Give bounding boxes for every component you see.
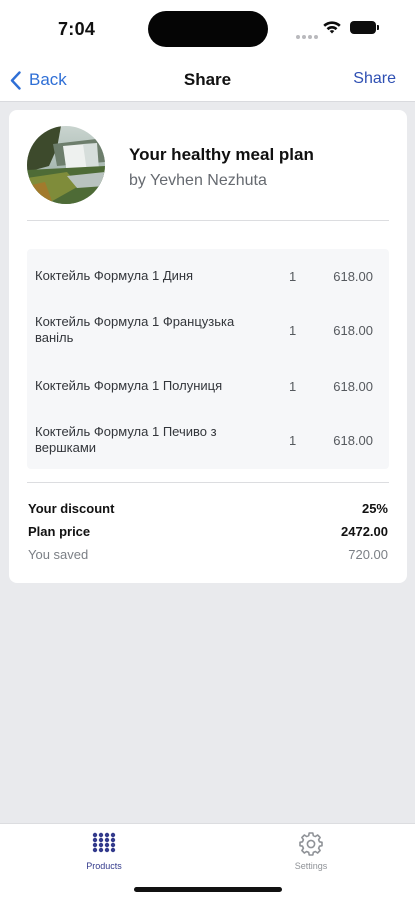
saved-label: You saved bbox=[28, 547, 89, 562]
item-name: Коктейль Формула 1 Полуниця bbox=[35, 378, 223, 393]
plan-author: by Yevhen Nezhuta bbox=[129, 172, 267, 189]
tab-settings-label: Settings bbox=[294, 861, 328, 871]
item-price: 618.00 bbox=[333, 432, 373, 448]
divider bbox=[27, 220, 389, 221]
list-item: Коктейль Формула 1 Диня 1 618.00 bbox=[27, 249, 389, 303]
home-indicator bbox=[134, 887, 282, 892]
discount-value: 25% bbox=[361, 501, 388, 516]
status-time: 7:04 bbox=[58, 19, 96, 39]
saved-row: You saved 720.00 bbox=[28, 547, 388, 565]
saved-value: 720.00 bbox=[348, 547, 388, 562]
divider bbox=[27, 482, 389, 483]
navigation-bar: Back Share Share bbox=[0, 58, 415, 102]
share-button[interactable]: Share bbox=[353, 70, 396, 88]
grid-icon bbox=[92, 832, 116, 853]
plan-price-label: Plan price bbox=[28, 524, 91, 539]
item-quantity: 1 bbox=[289, 322, 297, 338]
plan-price-row: Plan price 2472.00 bbox=[28, 524, 388, 542]
meal-plan-card: Your healthy meal plan by Yevhen Nezhuta… bbox=[9, 110, 407, 583]
gear-icon bbox=[299, 832, 323, 856]
item-quantity: 1 bbox=[289, 432, 297, 448]
list-item: Коктейль Формула 1 Французька ваніль 1 6… bbox=[27, 303, 389, 357]
item-quantity: 1 bbox=[289, 268, 297, 284]
plan-title: Your healthy meal plan bbox=[129, 145, 314, 164]
discount-label: Your discount bbox=[28, 501, 115, 516]
item-name: Коктейль Формула 1 Диня bbox=[35, 268, 194, 283]
item-name: Коктейль Формула 1 Французька ваніль bbox=[35, 314, 235, 345]
wifi-icon bbox=[323, 21, 341, 34]
tab-products-label: Products bbox=[86, 861, 122, 871]
cellular-signal-icon bbox=[296, 26, 320, 44]
list-item: Коктейль Формула 1 Печиво з вершками 1 6… bbox=[27, 413, 389, 467]
battery-icon bbox=[350, 21, 379, 34]
item-name: Коктейль Формула 1 Печиво з вершками bbox=[35, 424, 217, 455]
list-item: Коктейль Формула 1 Полуниця 1 618.00 bbox=[27, 359, 389, 413]
discount-row: Your discount 25% bbox=[28, 501, 388, 519]
items-list: Коктейль Формула 1 Диня 1 618.00 Коктейл… bbox=[27, 249, 389, 469]
tab-settings[interactable]: Settings bbox=[251, 824, 371, 884]
item-price: 618.00 bbox=[333, 378, 373, 394]
item-price: 618.00 bbox=[333, 322, 373, 338]
status-bar: 7:04 bbox=[0, 0, 415, 58]
dynamic-island bbox=[148, 11, 268, 47]
tab-products[interactable]: Products bbox=[44, 824, 164, 884]
item-quantity: 1 bbox=[289, 378, 297, 394]
avatar bbox=[27, 126, 105, 204]
item-price: 618.00 bbox=[333, 268, 373, 284]
plan-price-value: 2472.00 bbox=[341, 524, 388, 539]
